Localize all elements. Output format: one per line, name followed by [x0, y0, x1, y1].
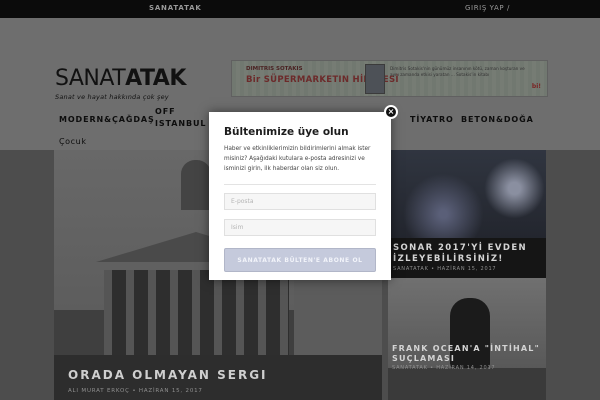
close-icon[interactable]: ×	[384, 105, 398, 119]
email-field[interactable]	[224, 193, 376, 210]
modal-description: Haber ve etkinliklerimizin bildirimlerin…	[224, 146, 371, 172]
modal-title: Bültenimize üye olun	[224, 126, 349, 138]
name-field[interactable]	[224, 219, 376, 236]
newsletter-modal: Bültenimize üye olun Haber ve etkinlikle…	[209, 112, 391, 280]
modal-divider	[224, 184, 376, 185]
subscribe-button[interactable]: SANATATAK BÜLTEN'E ABONE OL	[224, 248, 376, 272]
